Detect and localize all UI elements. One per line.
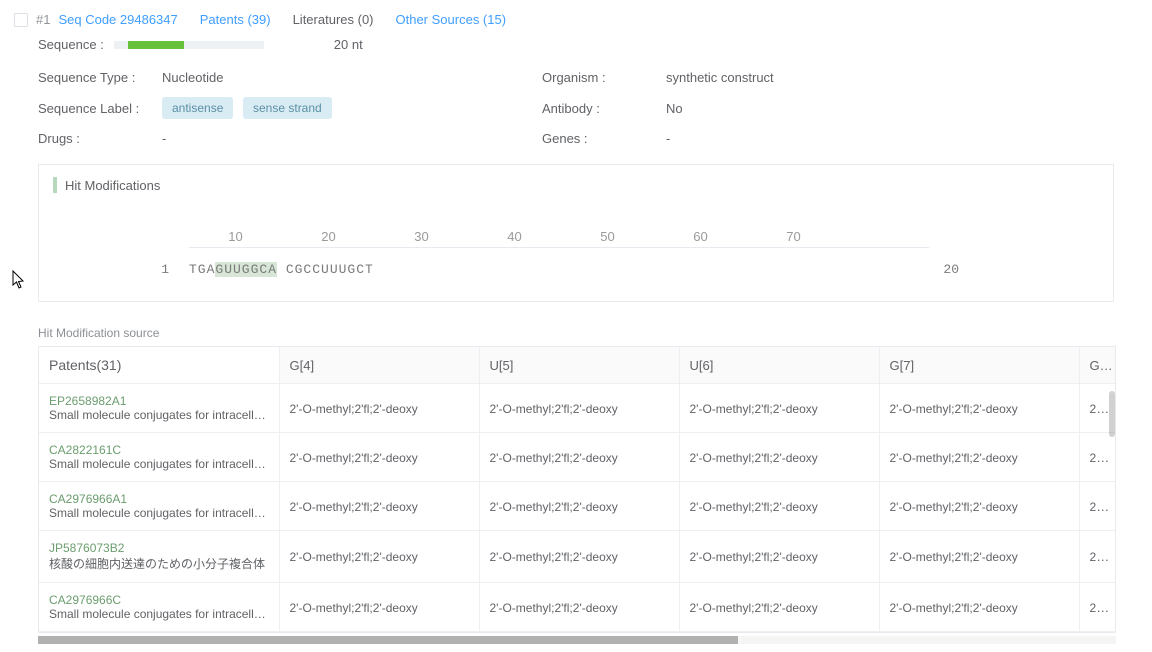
mod-cell: 2'-O-methyl;2'fl;2'-deoxy — [490, 550, 618, 564]
drugs-val: - — [162, 131, 542, 146]
table-row[interactable]: JP5876073B2核酸の細胞内送達のための小分子複合体 2'-O-methyl… — [39, 531, 1115, 583]
tab-literatures: Literatures (0) — [293, 12, 374, 27]
sequence-label: Sequence : — [38, 37, 104, 52]
hit-modifications-panel: Hit Modifications 10 20 30 40 50 60 70 1… — [38, 164, 1114, 302]
table-row[interactable]: EP2658982A1Small molecule conjugates for… — [39, 384, 1115, 433]
horizontal-scrollbar[interactable] — [38, 636, 1116, 644]
drugs-key: Drugs : — [38, 131, 162, 146]
mod-cell: 2'-O-methyl;2'fl;2'-deoxy — [290, 402, 418, 416]
sequence-length: 20 nt — [334, 37, 363, 52]
patent-desc: 核酸の細胞内送達のための小分子複合体 — [49, 555, 269, 572]
tick: 60 — [654, 229, 747, 244]
sequence-highlight: GUUGGCA — [215, 262, 277, 277]
antibody-val: No — [666, 101, 966, 116]
organism-val: synthetic construct — [666, 70, 966, 85]
mod-cell: 2'-O-methyl;2'fl;2'-deoxy — [890, 500, 1018, 514]
mod-cell: 2'-O-methyl;2'fl;2'-deoxy — [290, 601, 418, 615]
tag-antisense[interactable]: antisense — [162, 97, 233, 119]
seq-label-key: Sequence Label : — [38, 101, 162, 116]
mod-cell: 2'-O-methyl;2'fl;2'-deoxy — [890, 601, 1018, 615]
organism-key: Organism : — [542, 70, 666, 85]
patent-id-link[interactable]: CA2976966A1 — [49, 492, 269, 506]
table-row[interactable]: CA2976966A1Small molecule conjugates for… — [39, 482, 1115, 531]
tick: 70 — [747, 229, 840, 244]
col-u5[interactable]: U[5] — [479, 347, 679, 384]
sequence-ruler: 10 20 30 40 50 60 70 — [53, 229, 1099, 244]
hit-modifications-title: Hit Modifications — [65, 178, 160, 193]
mod-cell: 2'-O-methyl;2'fl;2'-deoxy — [890, 451, 1018, 465]
mod-cell: 2'-O-methyl;2'fl;2'-deoxy — [490, 601, 618, 615]
mod-cell: 2'-O-methyl;2'fl;2'-deoxy — [490, 500, 618, 514]
mouse-cursor-icon — [12, 270, 26, 290]
mod-cell: 2'-O-methyl;2'fl;2'-deoxy — [290, 451, 418, 465]
mod-cell: 2'-O-methyl;2'fl;2'-deoxy — [290, 500, 418, 514]
result-index: #1 — [36, 12, 50, 27]
mod-cell: 2'-O-methyl;2'fl;2'-deoxy — [690, 451, 818, 465]
panel-accent-icon — [53, 177, 57, 193]
patent-desc: Small molecule conjugates for intracellu… — [49, 506, 269, 520]
mod-cell: 2'-O — [1090, 450, 1112, 465]
seq-code-link[interactable]: Seq Code 29486347 — [58, 12, 177, 27]
tick: 10 — [189, 229, 282, 244]
col-g7[interactable]: G[7] — [879, 347, 1079, 384]
mod-cell: 2'-O-methyl;2'fl;2'-deoxy — [690, 500, 818, 514]
antibody-key: Antibody : — [542, 101, 666, 116]
tick: 20 — [282, 229, 375, 244]
tick: 50 — [561, 229, 654, 244]
table-row[interactable]: CA2822161CSmall molecule conjugates for … — [39, 433, 1115, 482]
mod-cell: 2'-O-methyl;2'fl;2'-deoxy — [290, 550, 418, 564]
sequence-coverage-fill — [128, 41, 184, 49]
seq-type-val: Nucleotide — [162, 70, 542, 85]
patent-desc: Small molecule conjugates for intracellu… — [49, 457, 269, 471]
table-row[interactable]: CA2976966CSmall molecule conjugates for … — [39, 583, 1115, 632]
sequence-row-index: 1 — [53, 262, 189, 277]
mod-cell: 2'-O-methyl;2'fl;2'-deoxy — [690, 402, 818, 416]
mod-cell: 2'-O-methyl;2'fl;2'-deoxy — [690, 550, 818, 564]
mod-cell: 2'-O-methyl;2'fl;2'-deoxy — [490, 402, 618, 416]
patent-id-link[interactable]: CA2822161C — [49, 443, 269, 457]
tick: 40 — [468, 229, 561, 244]
patents-table[interactable]: Patents(31) G[4] U[5] U[6] G[7] G[8] EP2… — [38, 346, 1116, 633]
mod-cell: 2'-O — [1090, 600, 1112, 615]
select-checkbox[interactable] — [14, 13, 28, 27]
patent-desc: Small molecule conjugates for intracellu… — [49, 408, 269, 422]
genes-val: - — [666, 131, 966, 146]
seq-label-val: antisense sense strand — [162, 97, 542, 119]
col-g4[interactable]: G[4] — [279, 347, 479, 384]
sequence-row-end: 20 — [943, 262, 1099, 277]
patent-id-link[interactable]: EP2658982A1 — [49, 394, 269, 408]
mod-cell: 2'-O-methyl;2'fl;2'-deoxy — [490, 451, 618, 465]
patent-id-link[interactable]: JP5876073B2 — [49, 541, 269, 555]
mod-cell: 2'-O-methyl;2'fl;2'-deoxy — [690, 601, 818, 615]
col-g8[interactable]: G[8] — [1079, 347, 1115, 384]
seq-type-key: Sequence Type : — [38, 70, 162, 85]
col-patents[interactable]: Patents(31) — [39, 347, 279, 384]
tag-sense-strand[interactable]: sense strand — [243, 97, 332, 119]
mod-cell: 2'-O-methyl;2'fl;2'-deoxy — [890, 402, 1018, 416]
col-u6[interactable]: U[6] — [679, 347, 879, 384]
hit-mod-source-title: Hit Modification source — [0, 326, 1152, 346]
horizontal-scrollbar-thumb[interactable] — [38, 636, 738, 644]
sequence-text[interactable]: TGAGUUGGCA CGCCUUUGCT — [189, 262, 374, 277]
mod-cell: 2'-O — [1090, 499, 1112, 514]
genes-key: Genes : — [542, 131, 666, 146]
sequence-coverage-bar — [114, 41, 264, 49]
tab-patents[interactable]: Patents (39) — [200, 12, 271, 27]
mod-cell: 2'-O — [1090, 549, 1112, 564]
tick: 30 — [375, 229, 468, 244]
vertical-scrollbar-thumb[interactable] — [1109, 391, 1115, 437]
mod-cell: 2'-O-methyl;2'fl;2'-deoxy — [890, 550, 1018, 564]
patent-desc: Small molecule conjugates for intracellu… — [49, 607, 269, 621]
patent-id-link[interactable]: CA2976966C — [49, 593, 269, 607]
tab-other-sources[interactable]: Other Sources (15) — [396, 12, 507, 27]
